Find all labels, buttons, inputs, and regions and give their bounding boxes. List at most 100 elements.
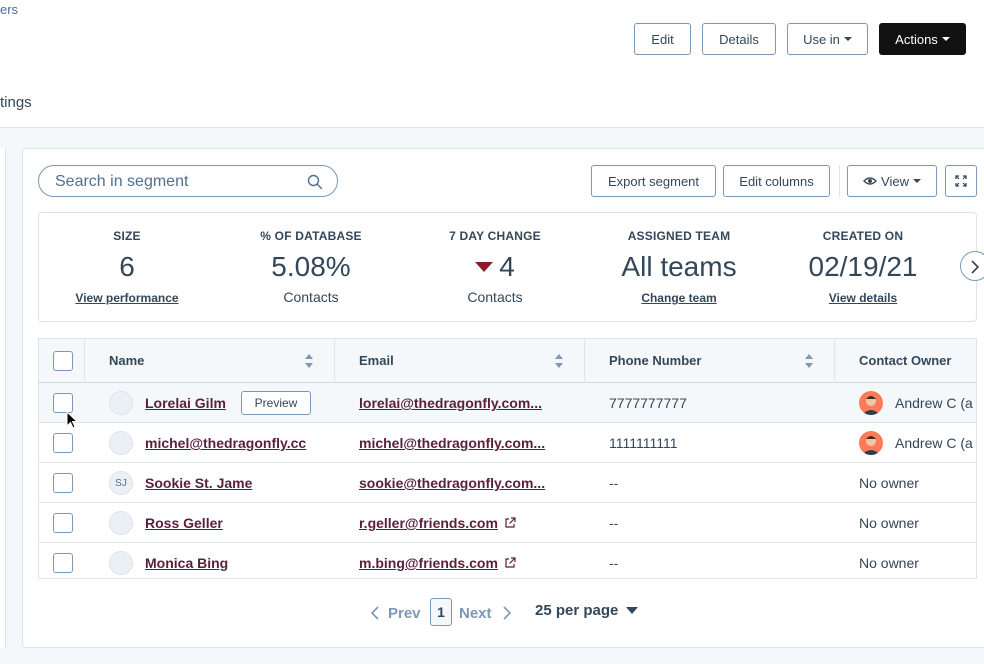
contact-name-link[interactable]: Monica Bing: [145, 555, 228, 571]
header-select-cell: [39, 339, 85, 383]
table-row[interactable]: SJ Sookie St. Jame sookie@thedragonfly.c…: [39, 463, 976, 503]
contact-name-link[interactable]: Lorelai Gilm: [145, 395, 226, 411]
external-link-icon[interactable]: [504, 517, 516, 529]
table-header: Name Email Phone Number Contact Owner: [39, 339, 976, 383]
stat-label: CREATED ON: [822, 229, 904, 243]
phone-cell: --: [609, 515, 619, 531]
phone-cell: 1111111111: [609, 435, 678, 451]
owner-avatar: [859, 431, 883, 455]
contact-name-link[interactable]: michel@thedragonfly.cc: [145, 435, 306, 451]
column-header-phone[interactable]: Phone Number: [585, 339, 835, 383]
stat-label: % OF DATABASE: [260, 229, 362, 243]
mouse-cursor-icon: [66, 411, 78, 429]
column-header-name[interactable]: Name: [85, 339, 335, 383]
prev-page-button[interactable]: Prev: [370, 598, 421, 628]
view-button[interactable]: View: [847, 165, 937, 197]
email-link[interactable]: michel@thedragonfly.com...: [359, 435, 545, 451]
stat-value: 6: [37, 251, 217, 283]
owner-cell: Andrew C (a: [895, 435, 973, 451]
column-header-label: Phone Number: [609, 353, 702, 368]
select-all-checkbox[interactable]: [53, 351, 73, 371]
row-checkbox[interactable]: [53, 553, 73, 573]
contact-avatar: [109, 551, 133, 575]
contact-name-link[interactable]: Ross Geller: [145, 515, 223, 531]
owner-cell: No owner: [859, 555, 919, 571]
use-in-button[interactable]: Use in: [787, 23, 868, 55]
next-page-button[interactable]: Next: [459, 598, 512, 628]
stat-value-text: 5.08%: [271, 251, 351, 282]
stat-sub: Contacts: [467, 289, 523, 305]
name-cell: Monica Bing: [145, 543, 311, 578]
contact-avatar: [109, 431, 133, 455]
sort-icon: [555, 354, 563, 368]
stat-value-text: 4: [499, 251, 515, 282]
details-button-label: Details: [719, 31, 759, 47]
contact-avatar: [109, 511, 133, 535]
view-performance-link[interactable]: View performance: [37, 291, 217, 305]
current-page[interactable]: 1: [430, 598, 452, 626]
stat-value-text: All teams: [621, 251, 737, 282]
row-checkbox[interactable]: [53, 433, 73, 453]
phone-cell: --: [609, 555, 619, 571]
stat-value: 02/19/21: [773, 251, 953, 283]
expand-button[interactable]: [945, 165, 977, 197]
actions-button[interactable]: Actions: [879, 23, 966, 55]
owner-cell: No owner: [859, 515, 919, 531]
email-link[interactable]: m.bing@friends.com: [359, 555, 498, 571]
details-button[interactable]: Details: [702, 23, 776, 55]
export-segment-button[interactable]: Export segment: [591, 165, 716, 197]
chevron-down-icon: [912, 179, 921, 183]
contact-avatar: SJ: [109, 471, 133, 495]
row-checkbox[interactable]: [53, 473, 73, 493]
preview-button[interactable]: Preview: [241, 391, 311, 415]
chevron-down-icon: [626, 607, 639, 614]
email-cell: michel@thedragonfly.com...: [359, 423, 559, 463]
breadcrumb-fragment[interactable]: ers: [0, 2, 18, 17]
next-label: Next: [459, 604, 492, 622]
stat-value-text: 6: [119, 251, 135, 282]
prev-label: Prev: [388, 604, 421, 622]
column-header-label: Name: [109, 353, 145, 368]
row-checkbox[interactable]: [53, 393, 73, 413]
search-placeholder: Search in segment: [55, 173, 189, 190]
external-link-icon[interactable]: [504, 557, 516, 569]
email-cell: sookie@thedragonfly.com...: [359, 463, 559, 503]
segment-stats: SIZE 6 View performance % OF DATABASE 5.…: [38, 212, 977, 322]
row-checkbox[interactable]: [53, 513, 73, 533]
view-details-link[interactable]: View details: [773, 291, 953, 305]
column-header-label: Contact Owner: [859, 353, 952, 368]
contact-name-link[interactable]: Sookie St. Jame: [145, 475, 252, 491]
stats-next-button[interactable]: [960, 251, 984, 281]
owner-cell: No owner: [859, 475, 919, 491]
name-cell: Lorelai Gilm: [145, 383, 231, 423]
name-cell: Ross Geller: [145, 503, 311, 543]
search-input[interactable]: Search in segment: [38, 165, 338, 197]
name-cell: Sookie St. Jame: [145, 463, 311, 503]
table-row[interactable]: Lorelai Gilm Preview lorelai@thedragonfl…: [39, 383, 976, 423]
expand-icon: [955, 175, 967, 187]
email-link[interactable]: r.geller@friends.com: [359, 515, 498, 531]
stat-assigned-team: ASSIGNED TEAM All teams Change team: [589, 213, 769, 321]
stat-created-on: CREATED ON 02/19/21 View details: [773, 213, 953, 321]
column-header-email[interactable]: Email: [335, 339, 585, 383]
sort-icon: [805, 354, 813, 368]
edit-columns-label: Edit columns: [739, 173, 814, 189]
tab-settings[interactable]: tings: [0, 94, 32, 111]
email-link[interactable]: sookie@thedragonfly.com...: [359, 475, 545, 491]
edit-button[interactable]: Edit: [634, 23, 691, 55]
search-icon: [307, 174, 323, 190]
column-header-owner[interactable]: Contact Owner: [835, 339, 976, 383]
per-page-dropdown[interactable]: 25 per page: [535, 602, 639, 619]
table-row[interactable]: Monica Bing m.bing@friends.com -- No own…: [39, 543, 976, 578]
email-link[interactable]: lorelai@thedragonfly.com...: [359, 395, 542, 411]
stat-percent-database: % OF DATABASE 5.08% Contacts: [221, 213, 401, 321]
edit-columns-button[interactable]: Edit columns: [723, 165, 830, 197]
stat-value: All teams: [589, 251, 769, 283]
chevron-left-icon: [370, 606, 379, 620]
change-team-link[interactable]: Change team: [589, 291, 769, 305]
sort-icon: [305, 354, 313, 368]
table-row[interactable]: Ross Geller r.geller@friends.com -- No o…: [39, 503, 976, 543]
table-row[interactable]: michel@thedragonfly.cc michel@thedragonf…: [39, 423, 976, 463]
phone-cell: 7777777777: [609, 395, 687, 411]
owner-avatar: [859, 391, 883, 415]
